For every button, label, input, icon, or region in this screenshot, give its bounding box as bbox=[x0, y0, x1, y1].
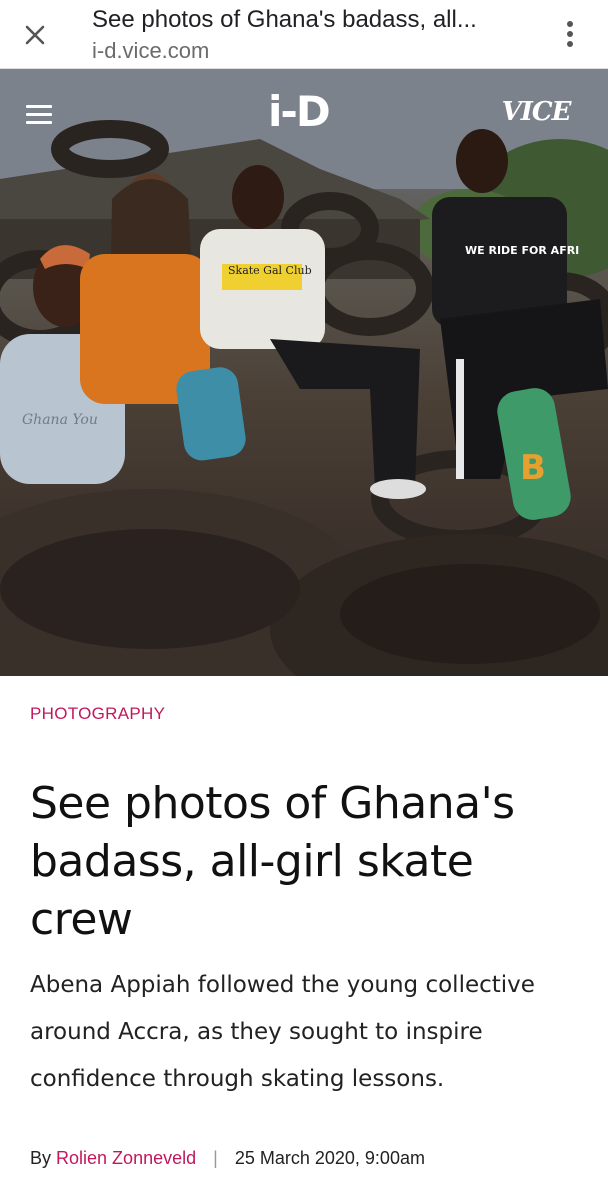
category-link[interactable]: PHOTOGRAPHY bbox=[30, 704, 165, 724]
byline: By Rolien Zonneveld | 25 March 2020, 9:0… bbox=[30, 1148, 425, 1169]
article-dek: Abena Appiah followed the young collecti… bbox=[30, 972, 535, 1092]
shirt-text-ghana: Ghana You bbox=[22, 412, 98, 428]
vice-logo[interactable]: VICE bbox=[494, 97, 578, 127]
shirt-text-weride: WE RIDE FOR AFRI bbox=[465, 244, 579, 257]
page-title: See photos of Ghana's badass, all... bbox=[92, 6, 477, 33]
i-d-logo[interactable]: i-D bbox=[268, 87, 331, 136]
byline-separator: | bbox=[213, 1148, 218, 1168]
author-link[interactable]: Rolien Zonneveld bbox=[56, 1148, 196, 1168]
close-icon bbox=[25, 25, 45, 45]
byline-prefix: By bbox=[30, 1148, 52, 1168]
hero-image: Ghana You Skate Gal Club WE RIDE FOR AFR… bbox=[0, 69, 608, 676]
more-vert-icon bbox=[567, 21, 573, 47]
article-headline: See photos of Ghana's badass, all-girl s… bbox=[30, 778, 515, 946]
hamburger-icon bbox=[26, 105, 52, 108]
board-text: B bbox=[520, 448, 546, 488]
shirt-text-skate: Skate Gal Club bbox=[228, 264, 312, 277]
close-button[interactable] bbox=[14, 14, 56, 56]
browser-tab-bar: See photos of Ghana's badass, all... i-d… bbox=[0, 0, 608, 69]
site-menu-button[interactable] bbox=[26, 103, 56, 127]
page-url[interactable]: i-d.vice.com bbox=[92, 38, 209, 64]
publish-date: 25 March 2020, 9:00am bbox=[234, 1148, 425, 1168]
overflow-menu-button[interactable] bbox=[552, 12, 588, 56]
hero-photo-illustration: Ghana You Skate Gal Club WE RIDE FOR AFR… bbox=[0, 69, 608, 676]
